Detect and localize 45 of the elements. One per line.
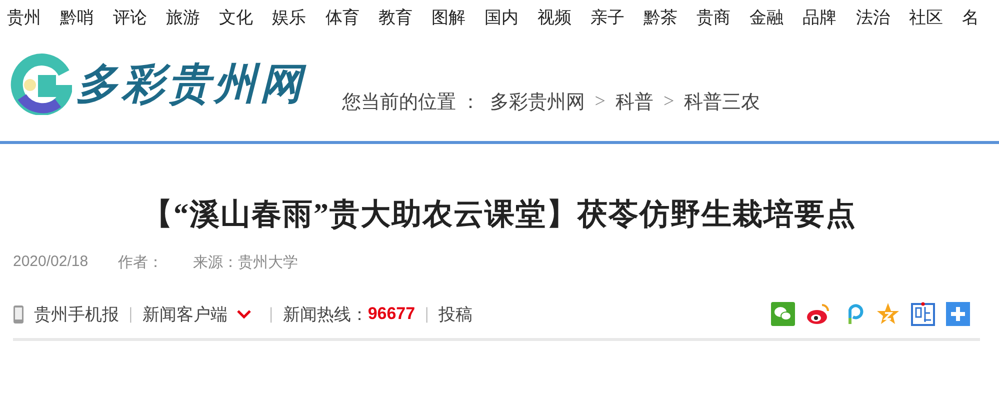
- article-source: 来源：贵州大学: [193, 253, 298, 272]
- phone-icon: [13, 304, 24, 324]
- nav-link[interactable]: 黔哨: [60, 6, 98, 36]
- nav-link[interactable]: 名: [962, 6, 999, 36]
- separator: |: [269, 304, 273, 324]
- hotline-number: 96677: [368, 304, 416, 324]
- nav-link[interactable]: 视频: [537, 6, 575, 36]
- breadcrumb-link[interactable]: 多彩贵州网: [490, 89, 585, 115]
- nav-link[interactable]: 体育: [325, 6, 362, 36]
- nav-link[interactable]: 贵州: [7, 6, 44, 36]
- nav-link[interactable]: 国内: [484, 6, 522, 36]
- hotline-label: 新闻热线：: [282, 304, 368, 326]
- breadcrumb-separator: >: [594, 91, 606, 113]
- chat-bubbles-icon[interactable]: [771, 302, 795, 326]
- nav-link[interactable]: 品牌: [802, 6, 840, 36]
- nav-link[interactable]: 黔茶: [644, 6, 681, 36]
- submit-link[interactable]: 投稿: [438, 302, 472, 326]
- breadcrumb-label: 您当前的位置 ：: [342, 91, 480, 115]
- nav-link[interactable]: 社区: [908, 6, 946, 36]
- nav-link[interactable]: 教育: [378, 6, 416, 36]
- nav-link[interactable]: 文化: [219, 6, 256, 36]
- article-title: 【“溪山春雨”贵大助农云课堂】茯苓仿野生栽培要点: [142, 197, 858, 233]
- nav-link[interactable]: 金融: [750, 6, 787, 36]
- nav-link[interactable]: 旅游: [166, 6, 204, 36]
- separator: |: [129, 304, 132, 324]
- nav-link[interactable]: 亲子: [590, 6, 628, 36]
- star-icon[interactable]: [876, 302, 900, 326]
- breadcrumb-link[interactable]: 科普三农: [684, 89, 760, 115]
- nav-link[interactable]: 评论: [113, 6, 150, 36]
- logo-icon: [10, 53, 72, 115]
- breadcrumb-separator: >: [663, 91, 674, 113]
- article-author: 作者：: [118, 253, 164, 272]
- separator: |: [425, 304, 428, 324]
- nav-link[interactable]: 贵商: [696, 6, 734, 36]
- chevron-down-icon[interactable]: [237, 310, 252, 318]
- breadcrumb-link[interactable]: 科普: [615, 89, 654, 115]
- nav-link[interactable]: 娱乐: [272, 6, 310, 36]
- eye-swirl-icon[interactable]: [806, 302, 830, 326]
- article-date: 2020/02/18: [13, 253, 88, 272]
- mobile-paper-link[interactable]: 贵州手机报: [34, 302, 119, 326]
- nav-link[interactable]: 图解: [431, 6, 468, 36]
- plus-icon[interactable]: [946, 302, 970, 326]
- logo-text: 多彩贵州网: [76, 61, 306, 110]
- news-client-link[interactable]: 新闻客户端: [142, 302, 228, 326]
- nav-link[interactable]: 法治: [856, 6, 893, 36]
